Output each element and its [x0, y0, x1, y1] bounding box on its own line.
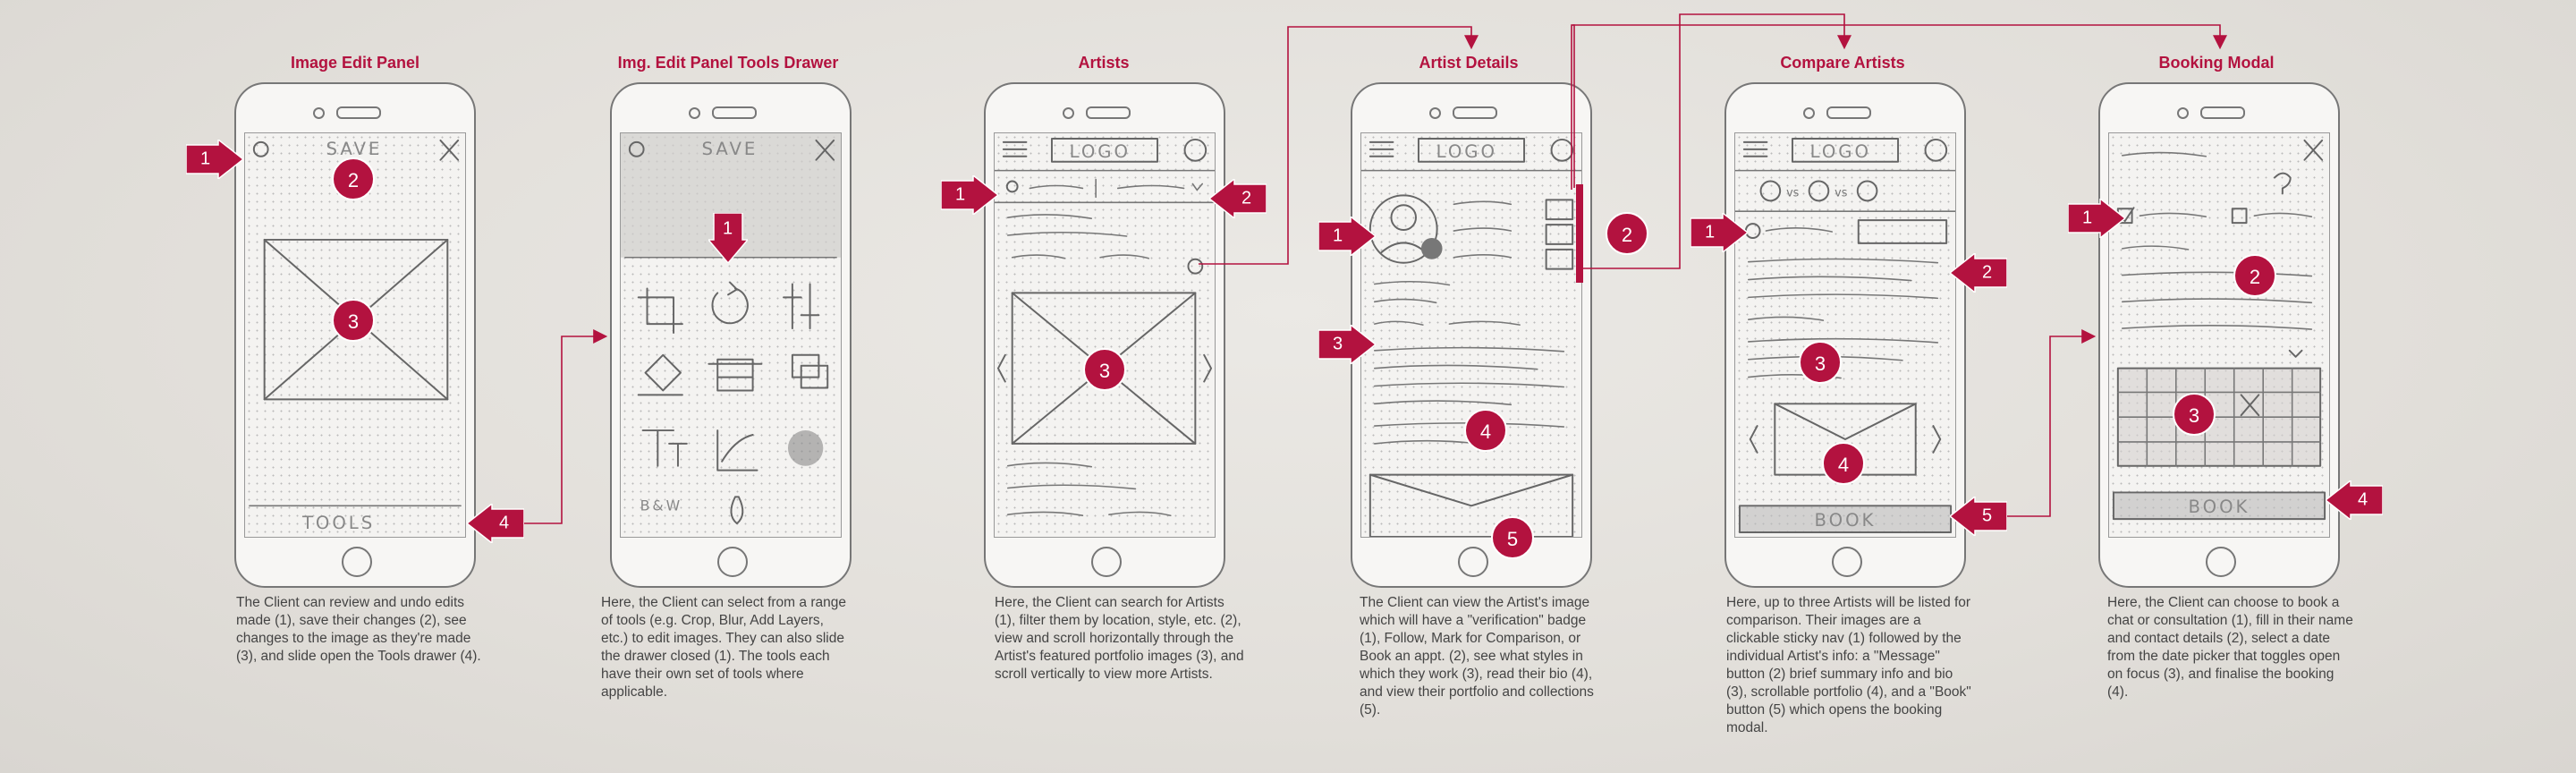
description-artists: Here, the Client can search for Artists …: [995, 595, 1244, 682]
phone-booking-modal: BOOK: [2098, 82, 2340, 588]
camera-icon: [2177, 107, 2189, 119]
panel-title-artists: Artists: [1078, 54, 1130, 72]
arrow-marker-p3-2: 2: [1209, 179, 1267, 218]
arrow-marker-p6-4-label: 4: [2358, 489, 2368, 510]
phone-compare-artists: LOGO vs vs BOOK: [1724, 82, 1966, 588]
logo-sketch-text: LOGO: [1810, 141, 1871, 162]
speaker-icon: [2200, 106, 2245, 119]
screen-booking-modal: BOOK: [2108, 132, 2330, 538]
marker-p1-2: 2: [332, 157, 375, 200]
vs-sketch-text-2: vs: [1835, 186, 1848, 200]
description-artist-details: The Client can view the Artist's image w…: [1360, 595, 1594, 718]
arrow-marker-p5-2: 2: [1950, 253, 2007, 293]
speaker-icon: [336, 106, 381, 119]
book-sketch-text: BOOK: [2189, 497, 2250, 517]
save-sketch-text: SAVE: [326, 139, 383, 159]
marker-p4-2: 2: [1606, 212, 1648, 255]
arrow-marker-p6-1: 1: [2068, 199, 2125, 238]
arrow-marker-p3-1: 1: [941, 175, 998, 215]
action-bracket: [1576, 184, 1583, 283]
panel-title-artist-details: Artist Details: [1419, 54, 1519, 72]
home-button-icon: [2206, 547, 2236, 577]
arrow-marker-p6-1-label: 1: [2082, 208, 2093, 228]
phone-tools-drawer: SAVE B&W: [610, 82, 852, 588]
phone-artist-details: LOGO: [1351, 82, 1592, 588]
arrow-marker-p5-2-label: 2: [1982, 262, 1993, 283]
arrow-marker-p6-4: 4: [2326, 480, 2383, 520]
marker-p6-2: 2: [2233, 254, 2276, 297]
arrow-marker-p4-3: 3: [1318, 325, 1376, 364]
arrow-marker-p3-1-label: 1: [955, 184, 966, 205]
panel-title-booking-modal: Booking Modal: [2158, 54, 2275, 72]
wireframe-artist-details: LOGO: [1361, 137, 1581, 537]
speaker-icon: [1453, 106, 1497, 119]
arrow-marker-p1-4: 4: [467, 504, 524, 543]
description-compare-artists: Here, up to three Artists will be listed…: [1726, 595, 1971, 735]
marker-p3-3: 3: [1083, 348, 1126, 391]
marker-p4-5: 5: [1491, 516, 1534, 559]
wireframe-tools-drawer: SAVE B&W: [621, 133, 841, 525]
description-image-edit: The Client can review and undo edits mad…: [236, 595, 481, 664]
arrow-marker-p5-1-label: 1: [1705, 222, 1716, 242]
panel-title-tools-drawer: Img. Edit Panel Tools Drawer: [617, 54, 839, 72]
arrow-marker-p5-5: 5: [1950, 497, 2007, 536]
marker-p5-3: 3: [1799, 341, 1842, 384]
home-button-icon: [1091, 547, 1122, 577]
marker-p4-4: 4: [1464, 409, 1507, 452]
arrow-marker-p4-1-label: 1: [1333, 225, 1343, 246]
arrow-marker-p1-4-label: 4: [499, 513, 510, 533]
speaker-icon: [1086, 106, 1131, 119]
camera-icon: [1803, 107, 1815, 119]
arrow-marker-p5-1: 1: [1690, 213, 1748, 252]
camera-icon: [1429, 107, 1441, 119]
description-tools-drawer: Here, the Client can select from a range…: [601, 595, 846, 700]
logo-sketch-text: LOGO: [1436, 141, 1497, 162]
marker-p1-3: 3: [332, 299, 375, 342]
panel-title-compare-artists: Compare Artists: [1780, 54, 1905, 72]
speaker-icon: [1826, 106, 1871, 119]
vs-sketch-text-1: vs: [1786, 186, 1800, 200]
wireframe-artists: LOGO: [995, 137, 1215, 517]
wireframe-booking-modal: BOOK: [2112, 139, 2326, 521]
tools-sketch-text: TOOLS: [301, 513, 375, 533]
speaker-icon: [712, 106, 757, 119]
marker-p5-4: 4: [1822, 442, 1865, 485]
connector-compare-to-booking: [2007, 329, 2097, 517]
screen-artists: LOGO: [994, 132, 1216, 538]
camera-icon: [313, 107, 325, 119]
arrow-marker-p4-1: 1: [1318, 217, 1376, 256]
logo-sketch-text: LOGO: [1070, 141, 1131, 162]
screen-tools-drawer: SAVE B&W: [620, 132, 842, 538]
panel-title-image-edit: Image Edit Panel: [290, 54, 420, 72]
bw-tool-text: B&W: [640, 497, 682, 514]
save-sketch-text: SAVE: [702, 139, 758, 159]
camera-icon: [1063, 107, 1074, 119]
arrow-marker-p1-1: 1: [186, 140, 243, 179]
phone-artists: LOGO: [984, 82, 1225, 588]
home-button-icon: [717, 547, 748, 577]
screen-artist-details: LOGO: [1360, 132, 1582, 538]
home-button-icon: [1832, 547, 1862, 577]
arrow-marker-p4-3-label: 3: [1333, 334, 1343, 354]
arrow-marker-p5-5-label: 5: [1982, 505, 1993, 526]
arrow-marker-p1-1-label: 1: [200, 149, 211, 169]
arrow-marker-p2-1: 1: [708, 213, 748, 263]
home-button-icon: [342, 547, 372, 577]
marker-p6-3: 3: [2173, 393, 2216, 436]
home-button-icon: [1458, 547, 1488, 577]
arrow-marker-p3-2-label: 2: [1241, 188, 1252, 208]
book-sketch-text: BOOK: [1815, 510, 1877, 531]
arrow-marker-p2-1-label: 1: [723, 218, 733, 239]
connector-tools-to-drawer: [524, 329, 608, 524]
camera-icon: [689, 107, 700, 119]
description-booking-modal: Here, the Client can choose to book a ch…: [2107, 595, 2353, 700]
